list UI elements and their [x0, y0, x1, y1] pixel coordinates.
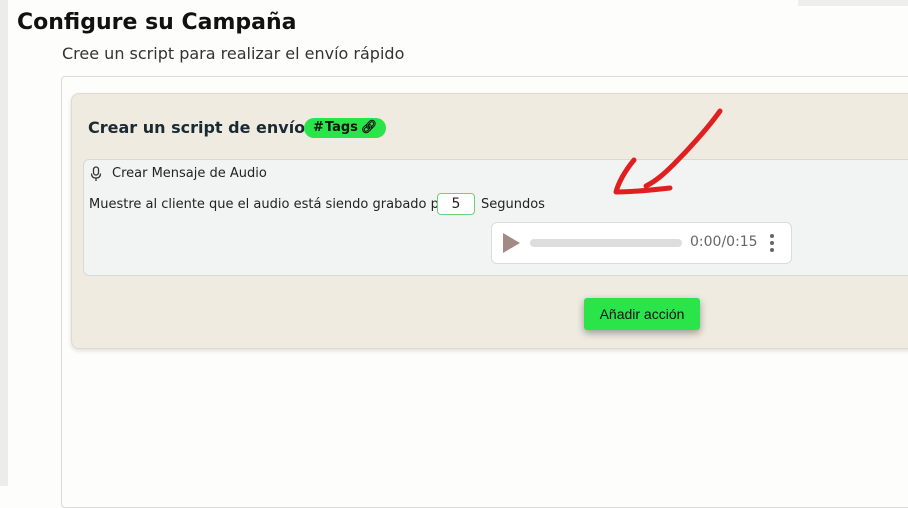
add-action-button[interactable]: Añadir acción	[584, 298, 700, 330]
hash-symbol: #	[313, 120, 324, 135]
link-icon: 🔗︎	[360, 120, 378, 135]
audio-section-title: Crear Mensaje de Audio	[112, 166, 267, 181]
seconds-label: Segundos	[481, 197, 545, 212]
top-right-shade	[798, 0, 908, 6]
audio-progress-bar[interactable]	[530, 239, 682, 247]
left-edge-strip	[0, 0, 8, 486]
recording-duration-text: Muestre al cliente que el audio está sie…	[89, 197, 453, 212]
page-title: Configure su Campaña	[17, 10, 297, 35]
audio-time-display: 0:00/0:15	[690, 234, 758, 250]
play-icon[interactable]	[499, 231, 523, 255]
tags-label: Tags	[324, 120, 358, 135]
microphone-icon	[90, 166, 102, 181]
script-card-title: Crear un script de envío	[88, 118, 306, 137]
page-subtitle: Cree un script para realizar el envío rá…	[62, 44, 405, 63]
more-options-icon[interactable]	[766, 232, 778, 254]
tags-badge[interactable]: # Tags 🔗︎	[304, 118, 387, 138]
seconds-input[interactable]	[437, 193, 475, 215]
